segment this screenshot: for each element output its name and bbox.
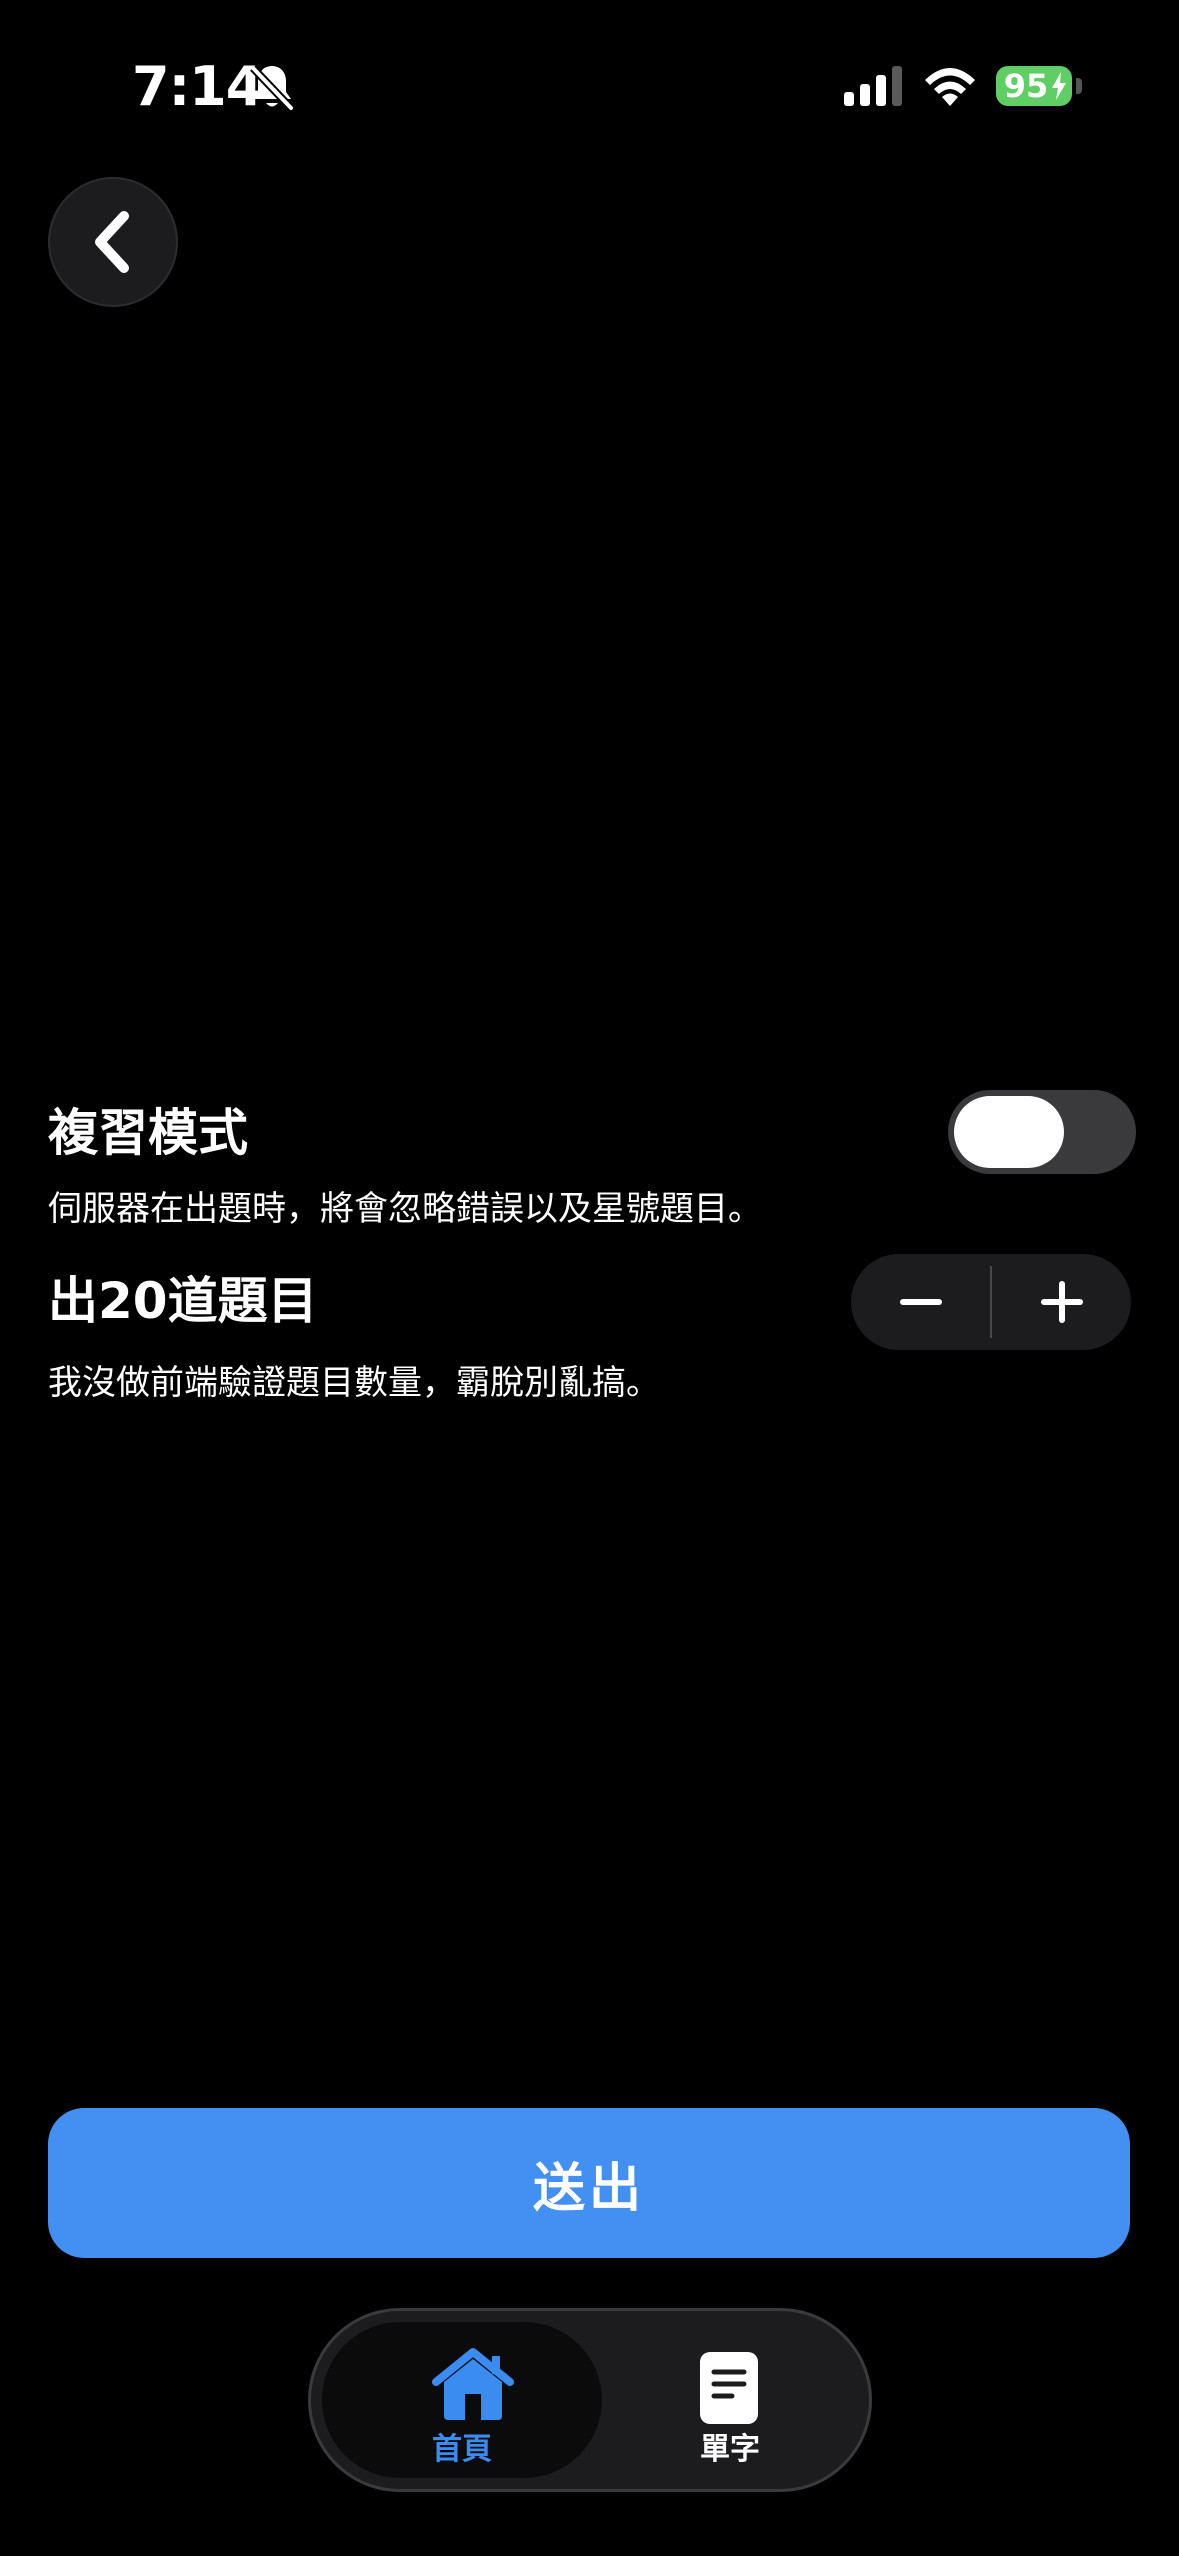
minus-icon <box>899 1299 942 1305</box>
battery-charging-icon: 95 <box>996 66 1072 106</box>
battery-tip <box>1076 78 1082 94</box>
tab-words[interactable]: 單字 <box>602 2322 858 2478</box>
plus-icon <box>1040 1281 1083 1323</box>
increment-button[interactable] <box>992 1254 1131 1350</box>
tab-home[interactable]: 首頁 <box>322 2322 602 2478</box>
submit-button[interactable]: 送出 <box>48 2108 1130 2258</box>
tab-bar: 首頁 單字 <box>308 2308 872 2492</box>
status-time: 7:14 <box>132 55 263 118</box>
review-mode-title: 複習模式 <box>48 1104 248 1162</box>
chevron-left-icon <box>95 211 129 273</box>
question-count-stepper <box>851 1254 1131 1350</box>
review-mode-description: 伺服器在出題時，將會忽略錯誤以及星號題目。 <box>48 1189 762 1229</box>
battery-percent: 95 <box>1003 67 1049 105</box>
tab-home-label: 首頁 <box>432 2432 492 2467</box>
document-icon <box>700 2352 758 2424</box>
cellular-signal-icon <box>844 66 902 106</box>
wifi-icon <box>925 68 975 106</box>
decrement-button[interactable] <box>851 1254 990 1350</box>
back-button[interactable] <box>48 177 178 307</box>
tab-words-label: 單字 <box>700 2432 760 2467</box>
bolt-icon <box>1052 72 1066 100</box>
toggle-knob <box>954 1096 1064 1168</box>
house-icon <box>432 2348 514 2420</box>
question-count-title: 出20道題目 <box>48 1272 318 1330</box>
review-mode-toggle[interactable] <box>948 1090 1136 1174</box>
question-count-description: 我沒做前端驗證題目數量，霸脫別亂搞。 <box>48 1363 660 1403</box>
bell-slash-icon <box>250 65 294 111</box>
